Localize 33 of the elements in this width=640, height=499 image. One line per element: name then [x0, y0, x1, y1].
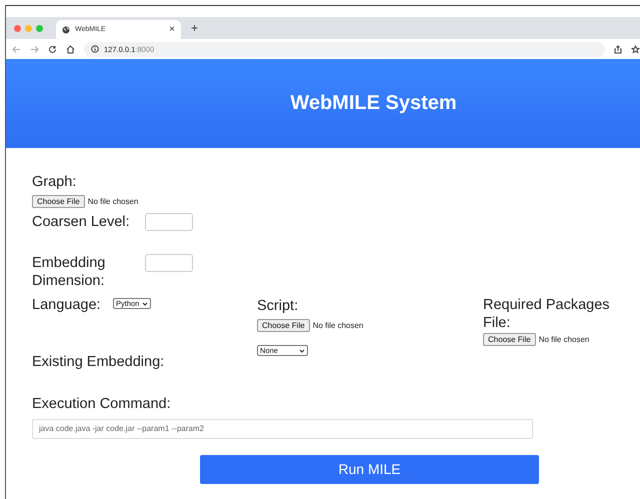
file-status: No file chosen: [538, 335, 590, 344]
choose-file-button[interactable]: Choose File: [483, 333, 536, 346]
reload-icon[interactable]: [48, 44, 57, 54]
caret-icon: [299, 348, 305, 352]
choose-file-button[interactable]: Choose File: [32, 195, 85, 208]
input-field[interactable]: [145, 213, 193, 231]
new-tab-button[interactable]: +: [191, 21, 198, 35]
field-label: Coarsen Level:: [32, 213, 131, 231]
field-label: Embedding Dimension:: [32, 254, 106, 290]
close-tab-icon[interactable]: ×: [169, 24, 175, 35]
input-field[interactable]: [145, 254, 193, 272]
field-label: Existing Embedding:: [32, 353, 166, 371]
forward-icon[interactable]: [30, 44, 39, 54]
caret-icon: [142, 302, 148, 306]
minimize-window-icon[interactable]: [25, 24, 32, 32]
file-status: No file chosen: [88, 197, 138, 206]
field-label: Language:: [32, 296, 102, 314]
share-icon[interactable]: [614, 44, 622, 54]
back-icon[interactable]: [12, 44, 21, 54]
home-icon[interactable]: [66, 44, 75, 54]
zoom-window-icon[interactable]: [36, 24, 43, 32]
star-icon[interactable]: [631, 44, 640, 54]
info-icon: [91, 45, 99, 53]
field-label: Script:: [257, 297, 300, 315]
field-label: Execution Command:: [32, 395, 172, 413]
run-button[interactable]: Run MILE: [200, 454, 539, 484]
file-status: No file chosen: [312, 321, 364, 330]
field-label: Graph:: [32, 173, 78, 191]
field-label: Required Packages File:: [483, 296, 611, 332]
command-field[interactable]: java code.java -jar code.jar --param1 --param2: [32, 418, 533, 438]
page-title: WebMILE System: [290, 92, 457, 115]
choose-file-button[interactable]: Choose File: [257, 319, 310, 332]
close-window-icon[interactable]: [14, 24, 21, 32]
